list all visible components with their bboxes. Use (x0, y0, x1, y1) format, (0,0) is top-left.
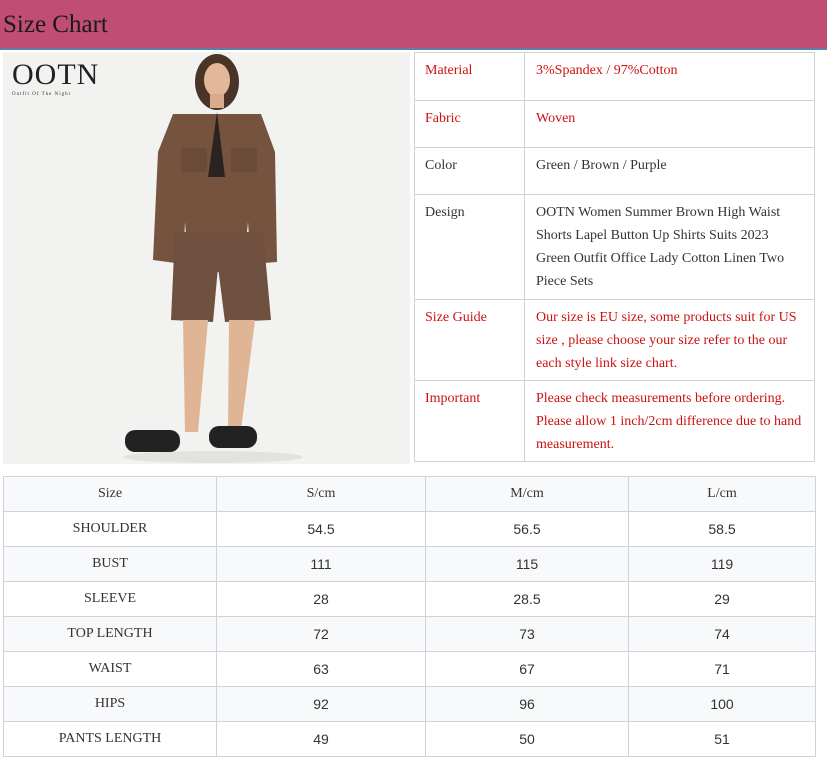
measurement-s: 72 (216, 616, 426, 652)
measurement-label: WAIST (3, 651, 217, 687)
measurement-label: HIPS (3, 686, 217, 722)
measurement-s: 92 (216, 686, 426, 722)
table-row: PANTS LENGTH 49 50 51 (3, 721, 816, 757)
measurement-label: BUST (3, 546, 217, 582)
table-row: HIPS 92 96 100 (3, 686, 816, 722)
product-spec-table: Material 3%Spandex / 97%Cotton Fabric Wo… (414, 52, 815, 462)
spec-value: OOTN Women Summer Brown High Waist Short… (524, 194, 815, 300)
table-row: SHOULDER 54.5 56.5 58.5 (3, 511, 816, 547)
spec-key: Color (414, 147, 525, 195)
measurement-label: SLEEVE (3, 581, 217, 617)
page-header: Size Chart (0, 0, 827, 50)
table-row: BUST 111 115 119 (3, 546, 816, 582)
spec-row-design: Design OOTN Women Summer Brown High Wais… (414, 194, 815, 300)
measurement-l: 119 (628, 546, 816, 582)
measurement-m: 115 (425, 546, 629, 582)
measurement-s: 49 (216, 721, 426, 757)
measurement-s: 63 (216, 651, 426, 687)
column-header-size: Size (3, 476, 217, 512)
spec-row-color: Color Green / Brown / Purple (414, 147, 815, 195)
spec-key: Material (414, 52, 525, 101)
measurement-l: 100 (628, 686, 816, 722)
spec-value: Please check measurements before orderin… (524, 380, 815, 462)
measurement-s: 54.5 (216, 511, 426, 547)
measurement-label: TOP LENGTH (3, 616, 217, 652)
measurement-m: 67 (425, 651, 629, 687)
size-measurement-table: Size S/cm M/cm L/cm SHOULDER 54.5 56.5 5… (3, 476, 816, 757)
size-table-header-row: Size S/cm M/cm L/cm (3, 476, 816, 512)
spec-row-size-guide: Size Guide Our size is EU size, some pro… (414, 299, 815, 381)
spec-key: Important (414, 380, 525, 462)
table-row: WAIST 63 67 71 (3, 651, 816, 687)
measurement-m: 56.5 (425, 511, 629, 547)
column-header-s: S/cm (216, 476, 426, 512)
spec-row-important: Important Please check measurements befo… (414, 380, 815, 462)
product-photo: OOTN Outfit Of The Night (3, 52, 410, 464)
spec-key: Design (414, 194, 525, 300)
measurement-s: 111 (216, 546, 426, 582)
column-header-l: L/cm (628, 476, 816, 512)
spec-value: Our size is EU size, some products suit … (524, 299, 815, 381)
column-header-m: M/cm (425, 476, 629, 512)
model-illustration (123, 54, 303, 463)
spec-value: Green / Brown / Purple (524, 147, 815, 195)
measurement-l: 71 (628, 651, 816, 687)
measurement-label: PANTS LENGTH (3, 721, 217, 757)
spec-row-material: Material 3%Spandex / 97%Cotton (414, 52, 815, 101)
measurement-l: 29 (628, 581, 816, 617)
spec-key: Size Guide (414, 299, 525, 381)
measurement-s: 28 (216, 581, 426, 617)
measurement-l: 58.5 (628, 511, 816, 547)
measurement-l: 74 (628, 616, 816, 652)
measurement-m: 50 (425, 721, 629, 757)
spec-key: Fabric (414, 100, 525, 148)
table-row: TOP LENGTH 72 73 74 (3, 616, 816, 652)
page-title: Size Chart (3, 11, 108, 38)
table-row: SLEEVE 28 28.5 29 (3, 581, 816, 617)
measurement-m: 96 (425, 686, 629, 722)
spec-value: Woven (524, 100, 815, 148)
spec-value: 3%Spandex / 97%Cotton (524, 52, 815, 101)
measurement-l: 51 (628, 721, 816, 757)
measurement-label: SHOULDER (3, 511, 217, 547)
measurement-m: 73 (425, 616, 629, 652)
measurement-m: 28.5 (425, 581, 629, 617)
spec-row-fabric: Fabric Woven (414, 100, 815, 148)
